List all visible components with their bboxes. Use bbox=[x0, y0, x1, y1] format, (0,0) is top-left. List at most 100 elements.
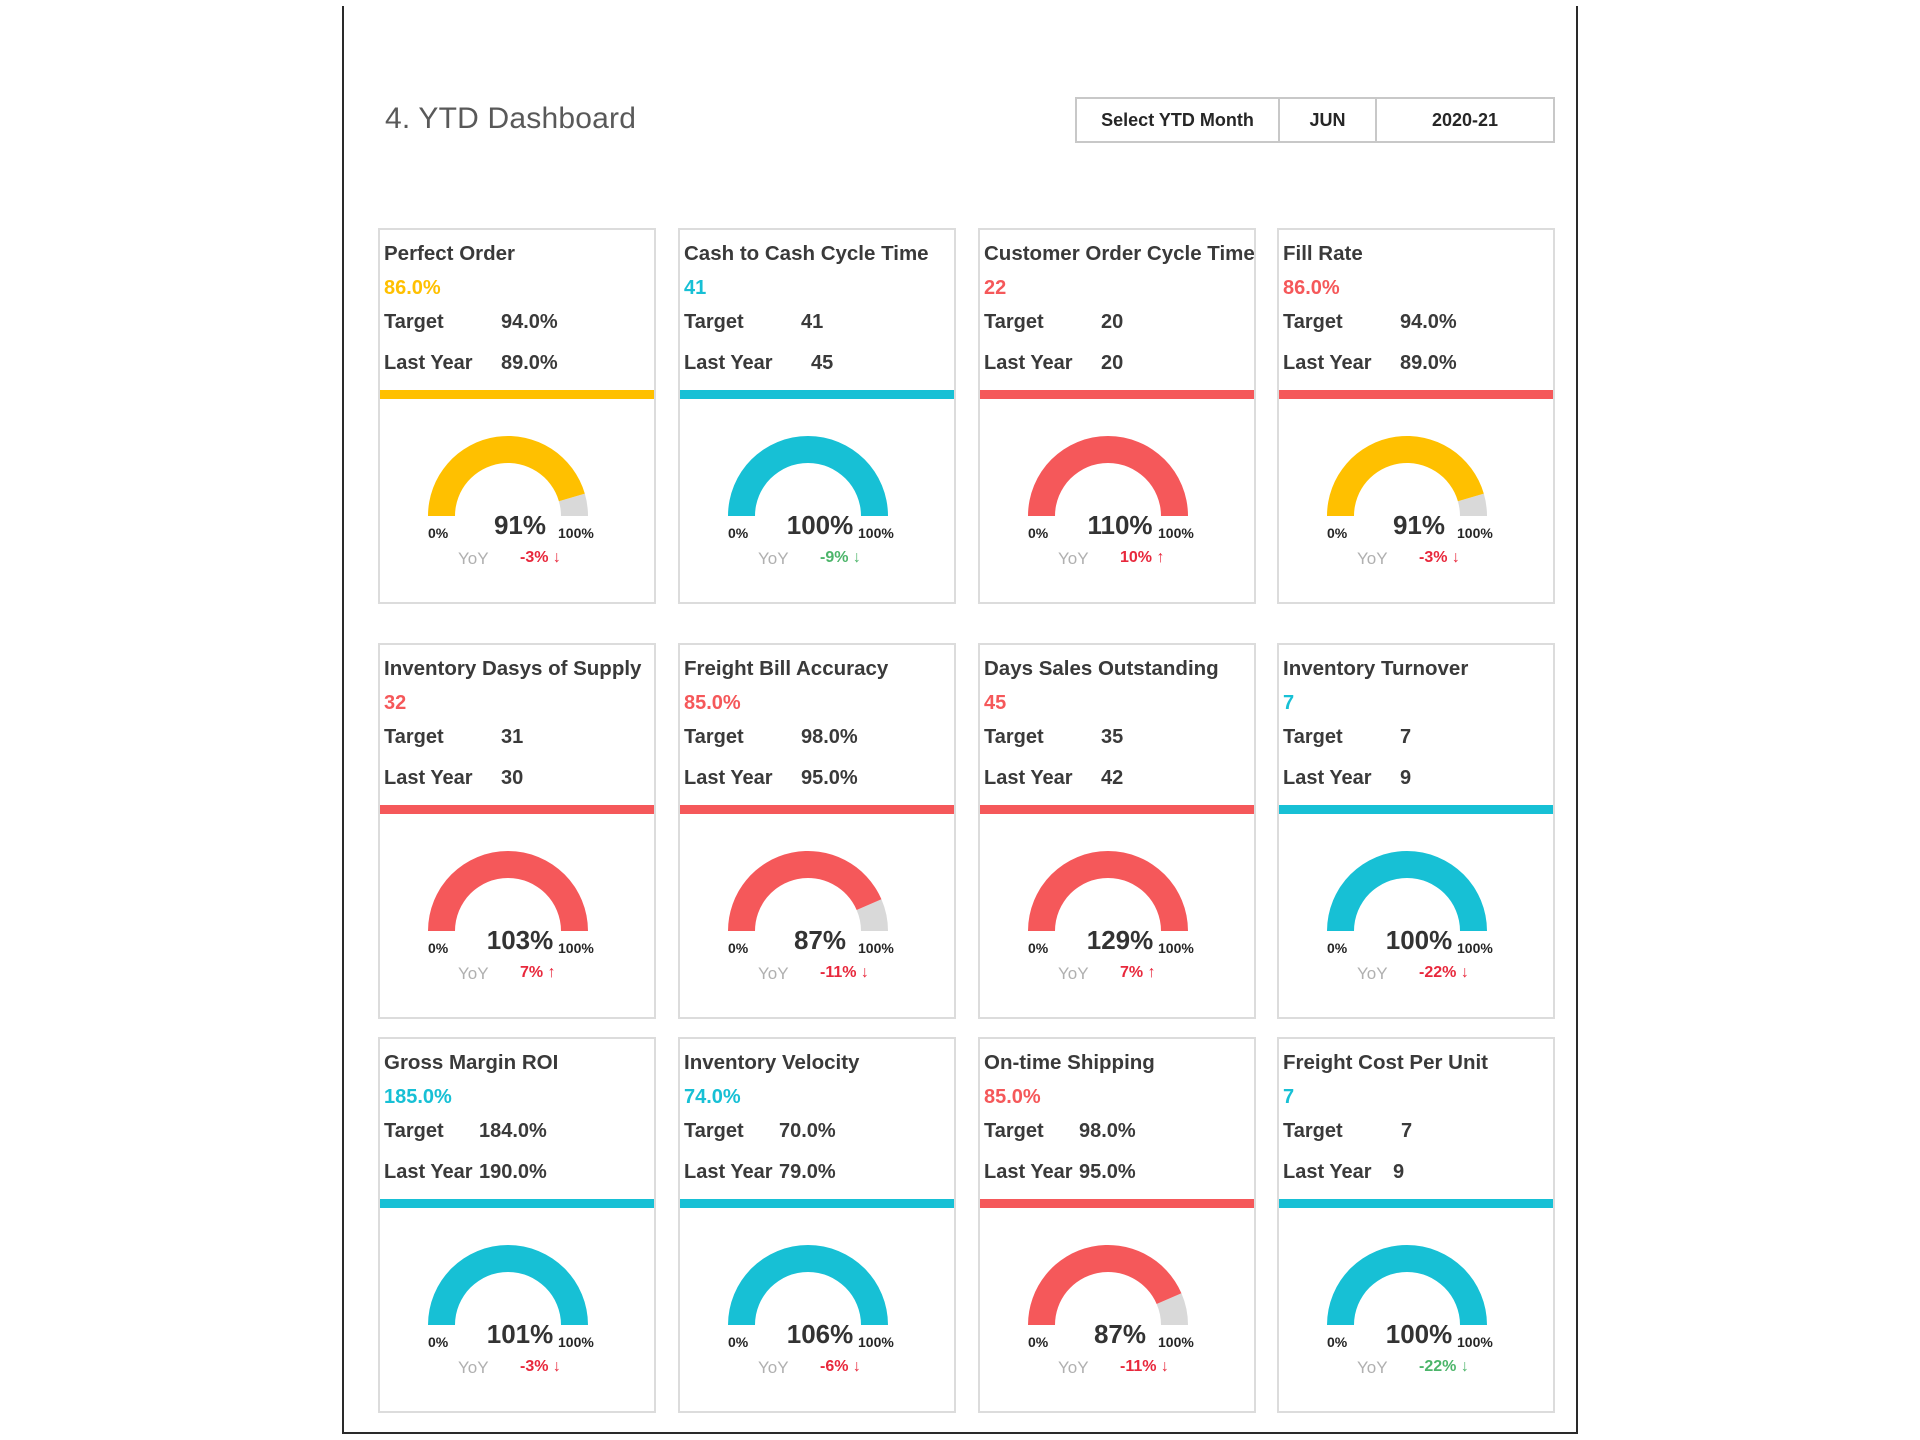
target-label: Target bbox=[684, 1120, 744, 1142]
gauge-chart bbox=[1327, 435, 1487, 516]
gauge-max-label: 100% bbox=[1457, 525, 1493, 541]
target-label: Target bbox=[984, 726, 1044, 748]
yoy-label: YoY bbox=[458, 964, 489, 983]
target-label: Target bbox=[984, 311, 1044, 333]
yoy-percent: -11% bbox=[1120, 1358, 1157, 1375]
status-bar bbox=[1279, 805, 1553, 814]
yoy-label: YoY bbox=[458, 549, 489, 568]
yoy-label: YoY bbox=[758, 1358, 789, 1377]
status-bar bbox=[380, 1199, 654, 1208]
target-value: 94.0% bbox=[1400, 311, 1457, 333]
last-year-value: 20 bbox=[1101, 352, 1124, 374]
yoy-label: YoY bbox=[758, 549, 789, 568]
target-value: 70.0% bbox=[779, 1120, 836, 1142]
kpi-card-fill-rate: Fill Rate 86.0% Target 94.0% Last Year 8… bbox=[1277, 228, 1555, 604]
last-year-label: Last Year bbox=[384, 352, 473, 374]
target-value: 7 bbox=[1400, 726, 1412, 748]
gauge-chart bbox=[1028, 850, 1188, 931]
gauge: 0% 100% 100% YoY -22% ↓ bbox=[1279, 1208, 1553, 1411]
target-value: 35 bbox=[1101, 726, 1124, 748]
arrow-down-icon: ↓ bbox=[1460, 1358, 1469, 1375]
last-year-label: Last Year bbox=[1283, 1161, 1372, 1183]
gauge-chart bbox=[1028, 1245, 1188, 1325]
kpi-title: Freight Bill Accuracy bbox=[684, 657, 889, 680]
kpi-card-cash-to-cash-cycle-time: Cash to Cash Cycle Time 41 Target 41 Las… bbox=[678, 228, 956, 604]
yoy-percent: 10% bbox=[1120, 549, 1153, 566]
last-year-value: 9 bbox=[1393, 1161, 1405, 1183]
last-year-value: 79.0% bbox=[779, 1161, 836, 1183]
yoy-value: -22% ↓ bbox=[1419, 1358, 1469, 1376]
target-value: 20 bbox=[1101, 311, 1124, 333]
target-row: Target 98.0% bbox=[684, 726, 858, 749]
gauge-filled-arc bbox=[728, 1244, 888, 1325]
last-year-row: Last Year 9 bbox=[1283, 1161, 1404, 1184]
status-bar bbox=[380, 390, 654, 399]
target-label: Target bbox=[384, 726, 444, 748]
last-year-row: Last Year 42 bbox=[984, 767, 1123, 790]
fiscal-year-dropdown[interactable]: 2020-21 bbox=[1377, 99, 1553, 141]
yoy-value: -11% ↓ bbox=[1120, 1358, 1169, 1376]
status-bar bbox=[980, 390, 1254, 399]
gauge-chart bbox=[1028, 435, 1188, 516]
target-value: 184.0% bbox=[479, 1120, 547, 1142]
yoy-percent: -6% bbox=[820, 1358, 849, 1375]
yoy-percent: -3% bbox=[520, 549, 549, 566]
yoy-label: YoY bbox=[1058, 964, 1089, 983]
gauge-chart bbox=[428, 435, 588, 516]
kpi-card-inventory-velocity: Inventory Velocity 74.0% Target 70.0% La… bbox=[678, 1037, 956, 1413]
gauge-filled-arc bbox=[728, 435, 888, 516]
last-year-value: 30 bbox=[501, 767, 524, 789]
target-value: 98.0% bbox=[801, 726, 858, 748]
gauge: 0% 100% 100% YoY -9% ↓ bbox=[680, 399, 954, 602]
arrow-down-icon: ↓ bbox=[552, 1358, 561, 1375]
yoy-label: YoY bbox=[1357, 549, 1388, 568]
last-year-row: Last Year 20 bbox=[984, 352, 1123, 375]
gauge-chart bbox=[728, 1244, 888, 1325]
gauge-chart bbox=[1327, 850, 1487, 931]
kpi-title: Inventory Velocity bbox=[684, 1051, 860, 1074]
target-value: 7 bbox=[1401, 1120, 1413, 1142]
yoy-value: -3% ↓ bbox=[1419, 549, 1460, 567]
gauge-max-label: 100% bbox=[558, 525, 594, 541]
yoy-value: 7% ↑ bbox=[1120, 964, 1156, 982]
kpi-card-gross-margin-roi: Gross Margin ROI 185.0% Target 184.0% La… bbox=[378, 1037, 656, 1413]
target-row: Target 41 bbox=[684, 311, 823, 334]
kpi-card-freight-bill-accuracy: Freight Bill Accuracy 85.0% Target 98.0%… bbox=[678, 643, 956, 1019]
last-year-value: 89.0% bbox=[501, 352, 558, 374]
gauge-filled-arc bbox=[428, 850, 588, 931]
gauge: 0% 91% 100% YoY -3% ↓ bbox=[1279, 399, 1553, 602]
ytd-month-selector: Select YTD Month JUN 2020-21 bbox=[1075, 97, 1555, 143]
kpi-title: Gross Margin ROI bbox=[384, 1051, 559, 1074]
status-bar bbox=[980, 1199, 1254, 1208]
month-dropdown[interactable]: JUN bbox=[1280, 99, 1377, 141]
target-row: Target 35 bbox=[984, 726, 1123, 749]
gauge: 0% 106% 100% YoY -6% ↓ bbox=[680, 1208, 954, 1411]
last-year-row: Last Year 79.0% bbox=[684, 1161, 836, 1184]
status-bar bbox=[680, 390, 954, 399]
target-row: Target 98.0% bbox=[984, 1120, 1136, 1143]
kpi-actual-value: 86.0% bbox=[384, 277, 441, 299]
gauge: 0% 129% 100% YoY 7% ↑ bbox=[980, 814, 1254, 1017]
kpi-card-days-sales-outstanding: Days Sales Outstanding 45 Target 35 Last… bbox=[978, 643, 1256, 1019]
gauge-filled-arc bbox=[1028, 850, 1188, 931]
gauge: 0% 87% 100% YoY -11% ↓ bbox=[980, 1208, 1254, 1411]
yoy-value: -3% ↓ bbox=[520, 549, 561, 567]
target-value: 98.0% bbox=[1079, 1120, 1136, 1142]
gauge-filled-arc bbox=[428, 1244, 588, 1325]
last-year-value: 95.0% bbox=[1079, 1161, 1136, 1183]
last-year-row: Last Year 190.0% bbox=[384, 1161, 547, 1184]
gauge-max-label: 100% bbox=[1457, 940, 1493, 956]
gauge-chart bbox=[728, 435, 888, 516]
kpi-card-freight-cost-per-unit: Freight Cost Per Unit 7 Target 7 Last Ye… bbox=[1277, 1037, 1555, 1413]
kpi-title: Customer Order Cycle Time bbox=[984, 242, 1254, 265]
last-year-value: 9 bbox=[1400, 767, 1412, 789]
gauge: 0% 100% 100% YoY -22% ↓ bbox=[1279, 814, 1553, 1017]
status-bar bbox=[680, 1199, 954, 1208]
yoy-value: -6% ↓ bbox=[820, 1358, 861, 1376]
gauge-max-label: 100% bbox=[858, 1334, 894, 1350]
arrow-down-icon: ↓ bbox=[552, 549, 561, 566]
arrow-up-icon: ↑ bbox=[1147, 964, 1156, 981]
target-label: Target bbox=[1283, 726, 1343, 748]
target-label: Target bbox=[1283, 311, 1343, 333]
arrow-down-icon: ↓ bbox=[1160, 1358, 1169, 1375]
